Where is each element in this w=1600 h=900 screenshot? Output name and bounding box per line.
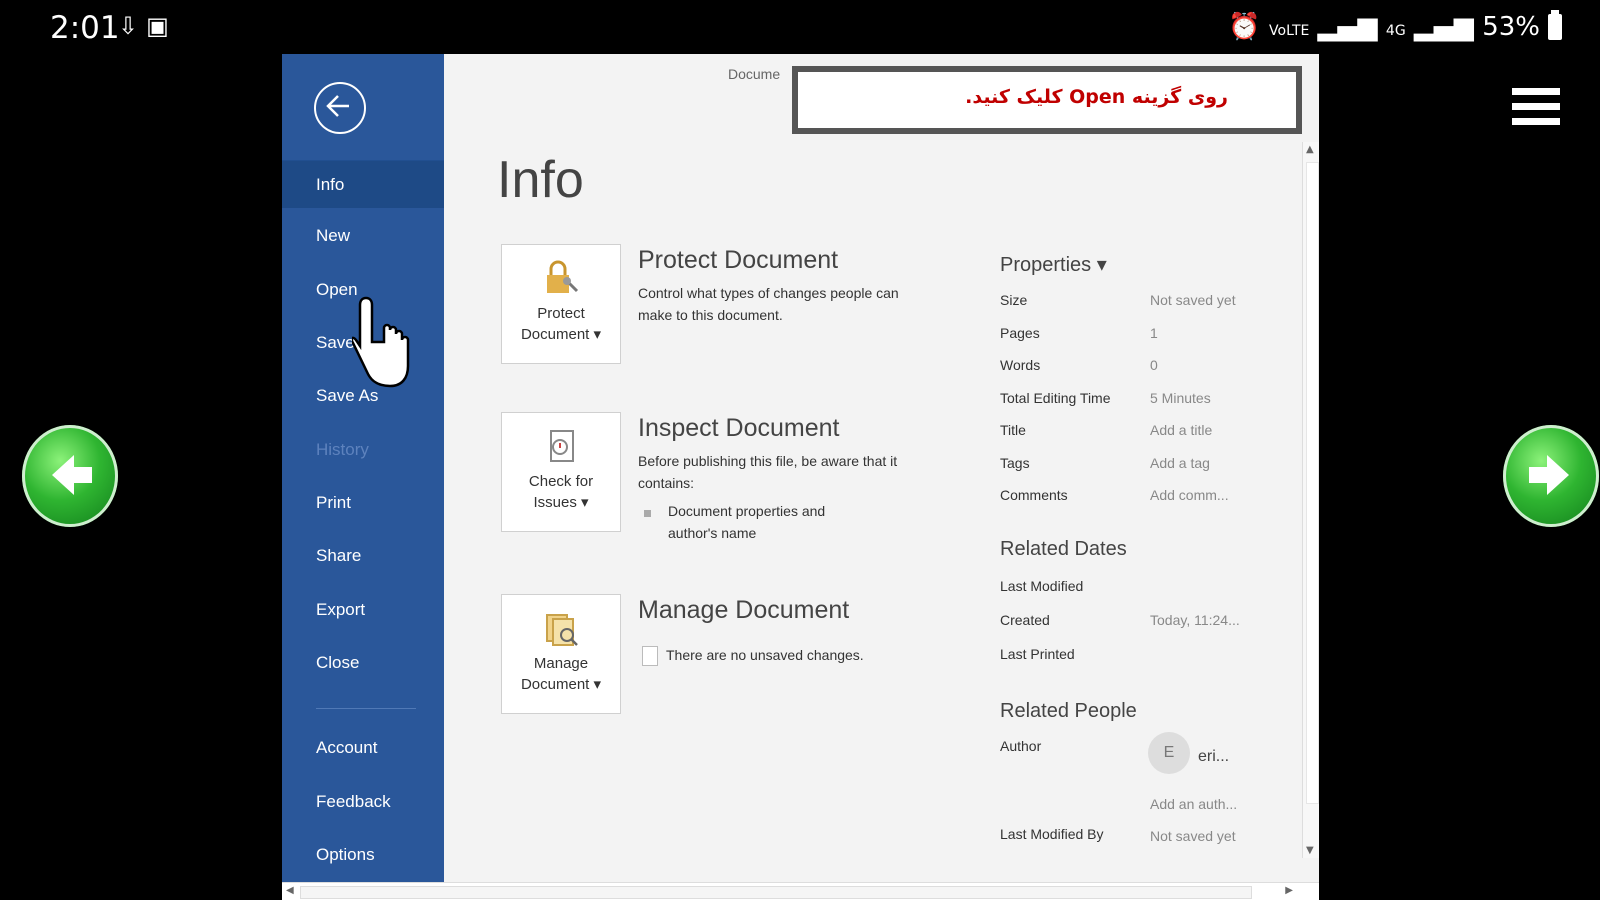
add-title-field[interactable]: Add a title <box>1150 422 1212 438</box>
scroll-thumb[interactable] <box>300 886 1252 899</box>
alarm-icon: ⏰ <box>1228 12 1261 42</box>
4g-icon: 4G <box>1385 23 1406 39</box>
tile-label-line1: Check for <box>528 473 594 490</box>
arrow-right-icon <box>1529 455 1569 495</box>
manage-document-button[interactable]: Manage Document ▾ <box>501 594 621 714</box>
battery-percent: 53% <box>1482 12 1540 42</box>
protect-document-desc: Control what types of changes people can… <box>638 285 899 323</box>
page-title: Info <box>497 151 584 209</box>
prop-value: 1 <box>1150 325 1158 341</box>
properties-header[interactable]: Properties ▾ <box>1000 252 1107 277</box>
menu-item-share[interactable]: Share <box>282 532 444 580</box>
prop-value: 0 <box>1150 357 1158 373</box>
menu-item-info[interactable]: Info <box>282 160 444 208</box>
scroll-down-icon[interactable]: ▼ <box>1306 845 1314 856</box>
prop-label: Tags <box>1000 455 1030 471</box>
arrow-left-icon <box>52 455 92 495</box>
word-window: Info New Open Save Save As History Print… <box>282 54 1319 900</box>
lock-icon <box>547 260 579 293</box>
signal-icon: ▂▄▆ <box>1413 12 1474 42</box>
prop-label: Title <box>1000 422 1026 438</box>
image-icon: ▣ <box>146 12 177 40</box>
inspect-document-desc: Before publishing this file, be aware th… <box>638 453 898 491</box>
check-for-issues-button[interactable]: Check for Issues ▾ <box>501 412 621 532</box>
manage-document-desc: There are no unsaved changes. <box>666 647 864 663</box>
protect-document-title: Protect Document <box>638 246 839 274</box>
document-title-label: Docume <box>728 66 781 82</box>
instruction-text: روی گزینه Open کلیک کنید. <box>965 86 1228 108</box>
menu-item-close[interactable]: Close <box>282 639 444 687</box>
menu-item-print[interactable]: Print <box>282 479 444 527</box>
scroll-thumb[interactable] <box>1306 162 1319 804</box>
document-icon <box>642 646 658 666</box>
related-people-header: Related People <box>1000 700 1137 722</box>
back-button[interactable] <box>314 82 366 134</box>
tile-label-line2: Issues ▾ <box>533 494 589 511</box>
status-time: 2:01 <box>50 10 120 46</box>
add-comment-field[interactable]: Add comm... <box>1150 487 1229 503</box>
manage-document-title: Manage Document <box>638 596 850 624</box>
prop-label: Created <box>1000 612 1050 628</box>
vertical-scrollbar[interactable]: ▲ ▼ <box>1302 142 1319 858</box>
signal-icon: ▂▄▆ <box>1317 12 1378 42</box>
prop-value: 5 Minutes <box>1150 390 1211 406</box>
prop-label: Last Printed <box>1000 646 1075 662</box>
prop-label: Comments <box>1000 487 1068 503</box>
volte-icon: VoLTE <box>1269 23 1310 39</box>
bullet-icon <box>644 510 651 517</box>
avatar: E <box>1148 732 1190 774</box>
prop-label: Words <box>1000 357 1041 373</box>
instruction-callout: روی گزینه Open کلیک کنید. <box>792 66 1302 134</box>
inspect-bullet-item: Document properties and author's name <box>668 503 826 541</box>
hamburger-menu-icon[interactable] <box>1512 88 1560 128</box>
backstage-menu: Info New Open Save Save As History Print… <box>282 54 444 900</box>
last-modified-by-value: Not saved yet <box>1150 828 1236 844</box>
scroll-left-icon[interactable]: ◀ <box>286 885 294 896</box>
menu-divider <box>316 708 416 709</box>
previous-arrow-button[interactable] <box>22 425 118 527</box>
status-left-icons: ⇩▣ <box>118 12 177 40</box>
horizontal-scrollbar[interactable]: ◀ ▶ <box>282 882 1319 900</box>
menu-item-new[interactable]: New <box>282 212 444 260</box>
download-speed-icon: ⇩ <box>118 12 147 40</box>
last-modified-by-label: Last Modified By <box>1000 826 1104 842</box>
author-label: Author <box>1000 738 1042 754</box>
add-tag-field[interactable]: Add a tag <box>1150 455 1210 471</box>
protect-document-button[interactable]: Protect Document ▾ <box>501 244 621 364</box>
battery-icon <box>1548 10 1562 40</box>
status-right: ⏰ VoLTE ▂▄▆ 4G ▂▄▆ 53% <box>1228 12 1540 42</box>
tile-label-line2: Document ▾ <box>520 676 602 693</box>
prop-label: Pages <box>1000 325 1040 341</box>
menu-item-account[interactable]: Account <box>282 724 444 772</box>
status-bar: 2:01 ⇩▣ ⏰ VoLTE ▂▄▆ 4G ▂▄▆ 53% <box>0 0 1600 52</box>
back-arrow-icon <box>326 95 349 117</box>
menu-item-feedback[interactable]: Feedback <box>282 778 444 826</box>
menu-item-options[interactable]: Options <box>282 831 444 879</box>
related-dates-header: Related Dates <box>1000 538 1127 560</box>
menu-item-export[interactable]: Export <box>282 586 444 634</box>
manage-icon <box>546 614 578 646</box>
tile-label-line1: Protect <box>537 305 585 322</box>
prop-label: Size <box>1000 292 1028 308</box>
prop-value: Today, 11:24... <box>1150 612 1240 628</box>
next-arrow-button[interactable] <box>1503 425 1599 527</box>
menu-item-history: History <box>316 440 369 459</box>
author-name[interactable]: eri... <box>1198 748 1229 766</box>
hand-cursor-icon <box>352 296 410 388</box>
tile-label-line2: Document ▾ <box>520 326 602 343</box>
inspect-document-title: Inspect Document <box>638 414 840 442</box>
prop-label: Last Modified <box>1000 578 1084 594</box>
add-author-link[interactable]: Add an auth... <box>1150 796 1237 812</box>
prop-label: Total Editing Time <box>1000 390 1111 406</box>
scroll-up-icon[interactable]: ▲ <box>1306 144 1314 155</box>
inspect-icon <box>550 430 574 462</box>
scroll-right-icon[interactable]: ▶ <box>1285 885 1293 896</box>
prop-value: Not saved yet <box>1150 292 1236 308</box>
tile-label-line1: Manage <box>533 655 589 672</box>
